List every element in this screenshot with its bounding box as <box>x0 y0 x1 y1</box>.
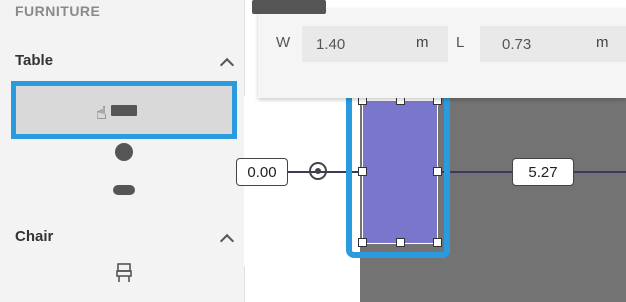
table-item-round[interactable] <box>16 140 232 164</box>
section-title: FURNITURE <box>15 3 101 19</box>
chair-item[interactable] <box>16 260 232 286</box>
oval-table-icon <box>113 185 135 195</box>
left-dimension-box[interactable]: 0.00 <box>236 158 288 186</box>
length-unit: m <box>596 34 609 51</box>
furniture-panel: FURNITURE Table ☝ Chair <box>0 0 245 302</box>
right-dimension-box[interactable]: 5.27 <box>512 158 574 186</box>
chair-icon <box>116 263 132 282</box>
dimension-line <box>280 171 626 173</box>
table-item-oval[interactable] <box>16 178 232 202</box>
group-header-table[interactable]: Table <box>15 52 53 69</box>
length-label: L <box>456 34 465 51</box>
size-toolbar: W 1.40 m L 0.73 m <box>252 0 626 98</box>
resize-handle[interactable] <box>358 238 367 247</box>
width-unit: m <box>416 34 429 51</box>
resize-handle[interactable] <box>358 167 367 176</box>
resize-handle[interactable] <box>396 238 405 247</box>
width-label: W <box>276 34 291 51</box>
rectangle-table-icon <box>111 104 137 116</box>
group-header-chair[interactable]: Chair <box>15 228 53 245</box>
chevron-up-icon[interactable] <box>219 233 235 249</box>
round-table-icon <box>115 143 133 161</box>
chevron-up-icon[interactable] <box>219 57 235 73</box>
toolbar-tab <box>252 0 326 14</box>
pointer-hand-icon: ☝ <box>96 103 107 123</box>
resize-handle[interactable] <box>433 167 442 176</box>
table-item-rectangle[interactable] <box>11 81 237 139</box>
resize-handle[interactable] <box>433 238 442 247</box>
rotate-icon[interactable] <box>309 162 327 180</box>
